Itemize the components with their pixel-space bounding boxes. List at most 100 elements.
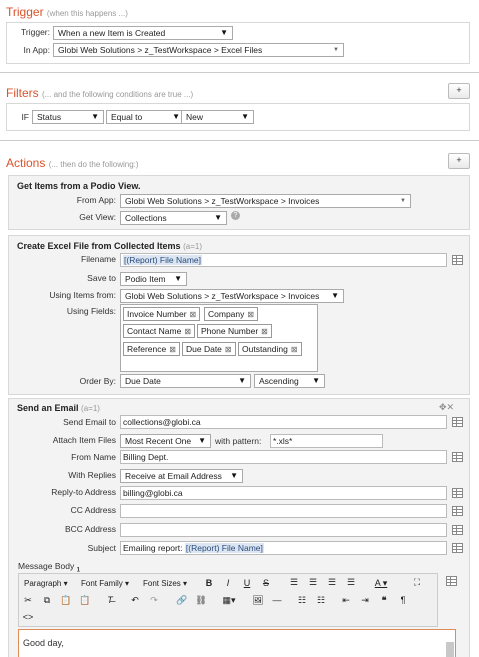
align-left-icon[interactable]: ☰ (288, 577, 300, 588)
remove-icon[interactable]: ⊠ (247, 310, 254, 319)
using-items-select[interactable]: Globi Web Solutions > z_TestWorkspace > … (120, 289, 344, 303)
align-center-icon[interactable]: ☰ (307, 577, 319, 588)
blockquote-icon[interactable]: ❝ (378, 595, 390, 606)
trigger-label: Trigger: (21, 27, 50, 37)
bullet-list-icon[interactable]: ☷ (296, 595, 308, 606)
excel-title: Create Excel File from Collected Items (… (17, 241, 202, 251)
bold-icon[interactable]: B (203, 578, 215, 588)
italic-icon[interactable]: I (222, 578, 234, 588)
redo-icon[interactable]: ↷ (148, 595, 160, 606)
from-app-select[interactable]: Globi Web Solutions > z_TestWorkspace > … (120, 194, 411, 208)
indent-icon[interactable]: ⇥ (359, 595, 371, 606)
insert-field-icon[interactable] (452, 506, 463, 516)
filter-value-select[interactable]: New ▼ (181, 110, 254, 124)
filters-hint: (... and the following conditions are tr… (42, 90, 194, 99)
add-action-button[interactable]: + (448, 153, 470, 169)
unlink-icon[interactable]: ⛓ (195, 595, 207, 606)
save-to-select[interactable]: Podio Item ▼ (120, 272, 187, 286)
order-direction-select[interactable]: Ascending ▼ (254, 374, 325, 388)
justify-icon[interactable]: ☰ (345, 577, 357, 588)
insert-field-icon[interactable] (452, 417, 463, 427)
get-items-title: Get Items from a Podio View. (17, 181, 141, 191)
from-name-input[interactable]: Billing Dept. (120, 450, 447, 464)
field-tag[interactable]: Outstanding ⊠ (238, 342, 302, 356)
field-tag[interactable]: Invoice Number ⊠ (123, 307, 201, 321)
paragraph-mark-icon[interactable]: ¶ (397, 595, 409, 605)
editor-scrollbar[interactable] (446, 642, 454, 657)
source-code-icon[interactable]: <> (22, 612, 34, 622)
field-tag[interactable]: Contact Name ⊠ (123, 324, 196, 338)
remove-icon[interactable]: ⊠ (261, 327, 268, 336)
undo-icon[interactable]: ↶ (129, 595, 141, 606)
replies-select[interactable]: Receive at Email Address ▼ (120, 469, 243, 483)
filters-panel: IF Status ▼ Equal to ▼ New ▼ (6, 103, 470, 131)
insert-field-icon[interactable] (446, 576, 457, 586)
chevron-down-icon: ▼ (214, 213, 222, 222)
insert-field-icon[interactable] (452, 543, 463, 553)
trigger-panel: Trigger: When a new Item is Created ▼ In … (6, 22, 470, 64)
remove-icon[interactable]: ⊠ (169, 345, 176, 354)
remove-icon[interactable]: ⊠ (291, 345, 298, 354)
filter-operator-select[interactable]: Equal to ▼ (106, 110, 185, 124)
attach-select[interactable]: Most Recent One ▼ (120, 434, 211, 448)
remove-icon[interactable]: ⊠ (190, 310, 197, 319)
message-body-editor[interactable]: Good day, (18, 629, 456, 657)
align-right-icon[interactable]: ☰ (326, 577, 338, 588)
fullscreen-icon[interactable]: ⛶ (411, 577, 423, 588)
email-id: (a=1) (81, 404, 100, 413)
subject-input[interactable]: Emailing report: [(Report) File Name] (120, 541, 447, 555)
cc-input[interactable] (120, 504, 447, 518)
field-tag[interactable]: Reference ⊠ (123, 342, 180, 356)
in-app-select[interactable]: Globi Web Solutions > z_TestWorkspace > … (53, 43, 344, 57)
insert-field-icon[interactable] (452, 488, 463, 498)
chevron-down-icon: ▼ (333, 47, 339, 53)
insert-field-icon[interactable] (452, 525, 463, 535)
order-by-select[interactable]: Due Date ▼ (120, 374, 251, 388)
using-fields-label: Using Fields: (66, 306, 116, 316)
field-tag[interactable]: Phone Number ⊠ (197, 324, 272, 338)
strikethrough-icon[interactable]: S (260, 578, 272, 588)
chevron-down-icon: ▼ (400, 198, 406, 204)
clear-format-icon[interactable]: T̶ (104, 595, 116, 605)
chevron-down-icon: ▼ (174, 274, 182, 283)
insert-field-icon[interactable] (452, 255, 463, 265)
get-view-select[interactable]: Collections ▼ (120, 211, 227, 225)
field-tag[interactable]: Company ⊠ (204, 307, 259, 321)
font-family-dropdown[interactable]: Font Family ▾ (81, 579, 129, 588)
remove-icon[interactable]: ⊠ (225, 345, 232, 354)
font-sizes-dropdown[interactable]: Font Sizes ▾ (143, 579, 187, 588)
insert-field-icon[interactable] (452, 452, 463, 462)
filename-input[interactable]: [(Report) File Name] (120, 253, 447, 267)
reply-to-input[interactable]: billing@globi.ca (120, 486, 447, 500)
horizontal-rule-icon[interactable]: — (271, 595, 283, 605)
numbered-list-icon[interactable]: ☷ (315, 595, 327, 606)
from-name-label: From Name (71, 452, 116, 462)
trigger-select[interactable]: When a new Item is Created ▼ (53, 26, 233, 40)
cut-icon[interactable]: ✂ (22, 595, 34, 606)
table-icon[interactable]: ▦▾ (219, 595, 239, 606)
remove-icon[interactable]: ⊠ (184, 327, 191, 336)
move-close-icon[interactable]: ✥✕ (439, 402, 454, 413)
email-panel: Send an Email (a=1) ✥✕ Send Email to col… (8, 398, 470, 657)
copy-icon[interactable]: ⧉ (41, 595, 53, 606)
text-color-icon[interactable]: A ▾ (371, 578, 391, 589)
paste-icon[interactable]: 📋 (60, 595, 72, 606)
pattern-input[interactable]: *.xls* (270, 434, 383, 448)
field-tag[interactable]: Due Date ⊠ (182, 342, 236, 356)
editor-toolbar: Paragraph ▾ Font Family ▾ Font Sizes ▾ B… (18, 573, 438, 627)
add-filter-button[interactable]: + (448, 83, 470, 99)
image-icon[interactable]: 🖼 (252, 595, 264, 606)
filter-field-select[interactable]: Status ▼ (32, 110, 104, 124)
help-icon[interactable]: ? (231, 211, 240, 220)
chevron-down-icon: ▼ (331, 291, 339, 300)
filters-title: Filters (... and the following condition… (6, 86, 194, 100)
underline-icon[interactable]: U (241, 578, 253, 588)
outdent-icon[interactable]: ⇤ (340, 595, 352, 606)
using-items-label: Using Items from: (49, 290, 116, 300)
bcc-input[interactable] (120, 523, 447, 537)
divider (0, 140, 479, 141)
paragraph-dropdown[interactable]: Paragraph ▾ (24, 579, 68, 588)
paste-text-icon[interactable]: 📋 (79, 595, 91, 606)
link-icon[interactable]: 🔗 (176, 595, 188, 606)
send-to-input[interactable]: collections@globi.ca (120, 415, 447, 429)
